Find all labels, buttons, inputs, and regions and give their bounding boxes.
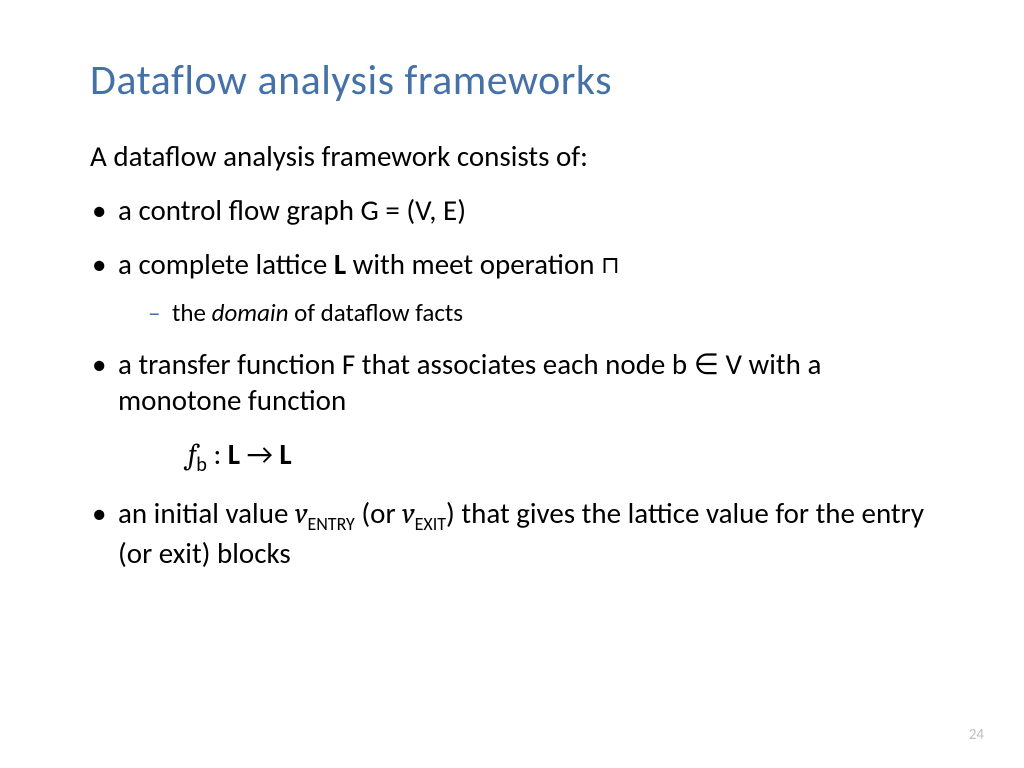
- sub-bullet-item: the domain of dataflow facts: [148, 297, 934, 328]
- formula-line: fb : L → L: [90, 436, 934, 477]
- sub-bullet-post: of dataflow facts: [289, 297, 464, 328]
- main-bullet-list-continued: an initial value vENTRY (or vEXIT) that …: [90, 495, 934, 572]
- bullet-4-v1: v: [295, 498, 308, 531]
- meet-symbol: ⊓: [601, 251, 620, 280]
- formula-L2: L: [279, 436, 291, 472]
- slide-container: Dataflow analysis frameworks A dataflow …: [0, 0, 1024, 768]
- bullet-4-or: (or: [355, 495, 402, 531]
- slide-title: Dataflow analysis frameworks: [90, 55, 934, 106]
- bullet-4-exit: EXIT: [415, 513, 446, 535]
- bullet-4-entry: ENTRY: [307, 513, 354, 535]
- sub-bullet-pre: the: [172, 297, 212, 328]
- formula-L1: L: [228, 436, 240, 472]
- formula-sub-b: b: [196, 453, 207, 477]
- intro-text: A dataflow analysis framework consists o…: [90, 138, 934, 174]
- sub-bullet-domain: domain: [212, 297, 289, 328]
- bullet-3-pre: a transfer function F that associates ea…: [118, 346, 694, 382]
- sub-bullet-list: the domain of dataflow facts: [118, 297, 934, 328]
- formula-f: f: [188, 439, 196, 472]
- bullet-1-text: a control flow graph G = (V, E): [118, 192, 466, 228]
- bullet-2-pre: a complete lattice: [118, 246, 334, 282]
- formula-colon: :: [207, 436, 228, 472]
- bullet-item-3: a transfer function F that associates ea…: [90, 346, 934, 419]
- bullet-item-2: a complete lattice L with meet operation…: [90, 246, 934, 328]
- bullet-4-v2: v: [402, 498, 415, 531]
- page-number: 24: [969, 726, 984, 744]
- bullet-4-pre: an initial value: [118, 495, 295, 531]
- bullet-2-post: with meet operation: [346, 246, 601, 282]
- bullet-item-4: an initial value vENTRY (or vEXIT) that …: [90, 495, 934, 572]
- bullet-item-1: a control flow graph G = (V, E): [90, 192, 934, 228]
- arrow-symbol: →: [240, 436, 279, 472]
- element-of-symbol: ∈: [694, 346, 719, 382]
- bullet-2-L: L: [334, 246, 346, 282]
- main-bullet-list: a control flow graph G = (V, E) a comple…: [90, 192, 934, 418]
